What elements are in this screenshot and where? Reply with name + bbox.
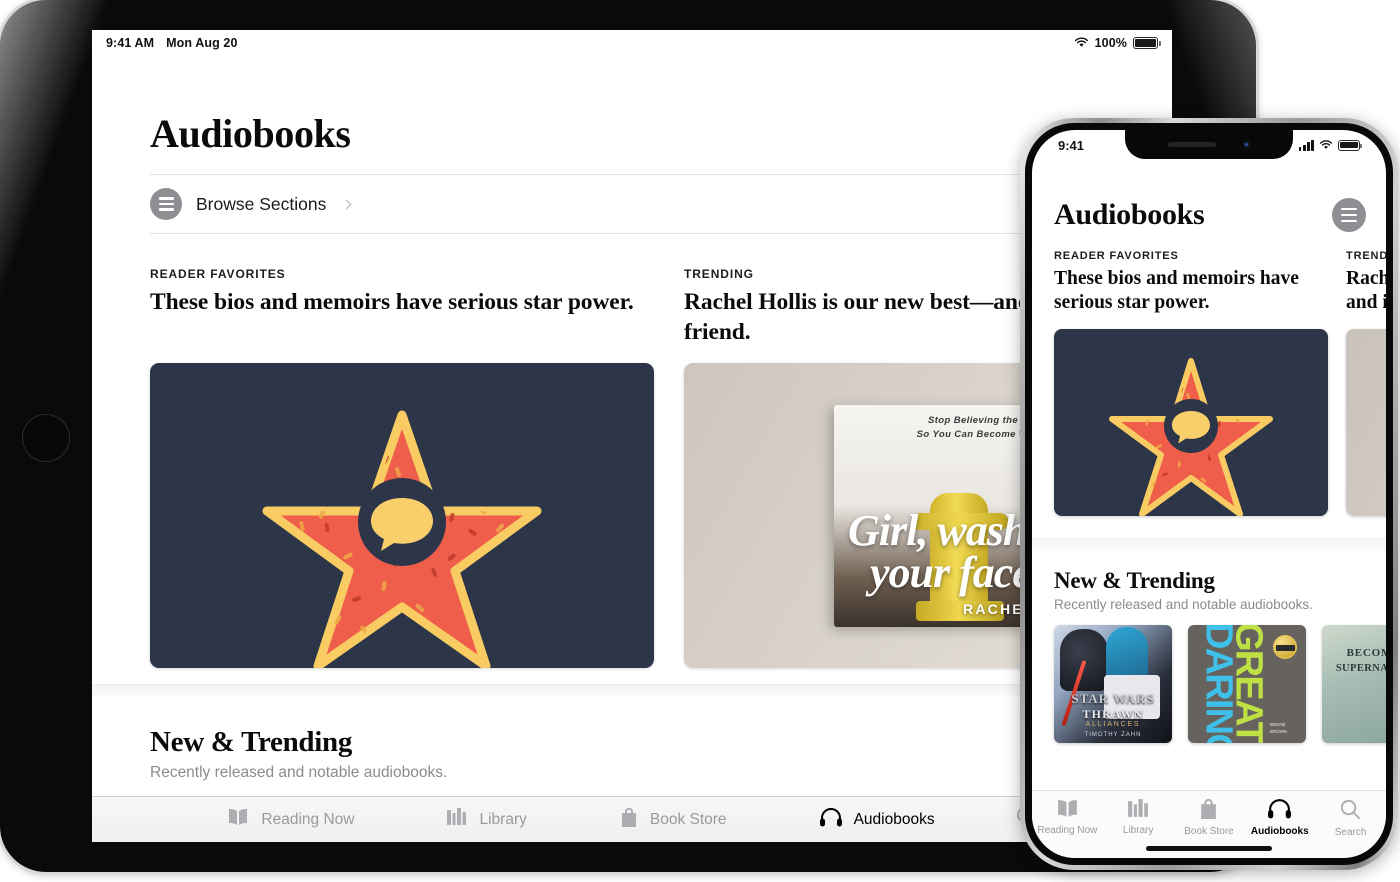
page-title: Audiobooks [1054, 198, 1205, 231]
tab-label: Book Store [649, 810, 727, 828]
tab-audiobooks[interactable]: Audiobooks [1247, 798, 1313, 837]
ipad-battery-percent: 100% [1094, 36, 1127, 50]
section-title: New & Trending [150, 726, 353, 758]
cover-author: BRENÉ BROWN [1270, 721, 1288, 734]
hamburger-icon[interactable] [150, 188, 182, 220]
tab-label: Library [1122, 825, 1154, 836]
tab-label: Audiobooks [853, 810, 935, 828]
hamburger-icon[interactable] [1332, 198, 1366, 232]
browse-sections-label: Browse Sections [196, 193, 327, 214]
ipad-home-button[interactable] [22, 414, 70, 462]
cover-subtitle-1: THRAWN [1082, 707, 1144, 721]
earpiece-speaker [1167, 142, 1216, 147]
tab-book-store[interactable]: Book Store [1176, 798, 1242, 837]
tab-label: Book Store [1184, 826, 1234, 837]
page-title: Audiobooks [150, 111, 351, 156]
ipad-status-bar: 9:41 AM Mon Aug 20 100% [92, 30, 1172, 56]
section-divider-band [1032, 538, 1386, 552]
new-and-trending-section: New & Trending Recently released and not… [1032, 552, 1386, 743]
cover-title-b: GREATLY [1227, 625, 1270, 743]
wifi-icon [1319, 138, 1333, 153]
tab-label: Reading Now [261, 810, 355, 828]
cover-title-b: SUPERNATURAL [1335, 663, 1386, 674]
tab-book-store[interactable]: Book Store [573, 807, 773, 833]
chevron-right-icon [341, 199, 352, 209]
front-camera [1241, 140, 1251, 149]
ipad-tab-bar[interactable]: Reading Now Library Book Store Audiobook… [92, 796, 1172, 842]
section-divider-band [92, 684, 1172, 696]
tab-label: Library [479, 810, 527, 828]
section-subtitle: Recently released and notable audiobooks… [150, 764, 448, 781]
shopping-bag-icon [1198, 798, 1219, 823]
iphone-status-time: 9:41 [1058, 137, 1085, 153]
tab-audiobooks[interactable]: Audiobooks [773, 807, 981, 833]
tab-search[interactable]: Search [1318, 798, 1384, 838]
books-shelf-icon [1127, 798, 1150, 822]
battery-full-icon [1133, 37, 1161, 49]
tab-label: Audiobooks [1250, 826, 1309, 837]
screenshot-stage: 9:41 AM Mon Aug 20 100% Audiobooks Brows… [0, 0, 1400, 882]
feature-headline: Rachel Hollis is our new best—and imperf… [1346, 268, 1386, 314]
star-graphic [262, 410, 542, 668]
feature-kicker: READER FAVORITES [150, 267, 286, 281]
cover-author: TIMOTHY ZAHN [1084, 732, 1142, 738]
cellular-bars-icon [1298, 139, 1314, 151]
section-subtitle: Recently released and notable audiobooks… [1054, 597, 1313, 612]
ipad-status-time: 9:41 AM [106, 36, 155, 50]
star-graphic [1109, 358, 1273, 516]
featured-carousel[interactable]: READER FAVORITES These bios and memoirs … [1032, 232, 1386, 516]
book-cover-row[interactable]: STAR WARS THRAWN ALLIANCES TIMOTHY ZAHN … [1054, 625, 1386, 743]
feature-kicker: TRENDING [1346, 250, 1386, 262]
books-shelf-icon [446, 807, 468, 832]
feature-card-reader-favorites[interactable]: READER FAVORITES These bios and memoirs … [1054, 250, 1328, 516]
feature-card-trending[interactable]: TRENDING Rachel Hollis is our new best—a… [1346, 250, 1386, 516]
iphone-main-content: Audiobooks READER FAVORITES These bios a… [1032, 160, 1386, 790]
feature-headline: These bios and memoirs have serious star… [150, 289, 634, 315]
iphone-device: 9:41 Audiobooks READER FAVORITES These b… [1020, 118, 1398, 870]
tab-reading-now[interactable]: Reading Now [180, 807, 400, 832]
iphone-header: Audiobooks [1032, 160, 1386, 232]
tab-label: Reading Now [1037, 825, 1098, 836]
cover-subtitle-2: ALLIANCES [1085, 721, 1141, 728]
feature-headline: These bios and memoirs have serious star… [1054, 268, 1299, 314]
featured-carousel[interactable]: READER FAVORITES These bios and memoirs … [92, 234, 1172, 668]
book-cover-daring-greatly[interactable]: DARING GREATLY BRENÉ BROWN [1188, 625, 1306, 743]
feature-card-reader-favorites[interactable]: READER FAVORITES These bios and memoirs … [150, 267, 654, 668]
open-book-icon [226, 807, 250, 832]
shopping-bag-icon [619, 807, 639, 833]
tab-library[interactable]: Library [1105, 798, 1171, 836]
cover-title: STAR WARS [1071, 691, 1155, 706]
headphones-icon [1267, 798, 1292, 823]
ipad-status-date: Mon Aug 20 [166, 36, 238, 50]
tab-library[interactable]: Library [400, 807, 572, 832]
open-book-icon [1055, 798, 1080, 822]
iphone-notch [1125, 130, 1293, 159]
book-title-line2: your face [870, 548, 1032, 597]
browse-sections-row[interactable]: Browse Sections [92, 175, 1172, 233]
girl-wash-your-face-artwork[interactable] [1346, 329, 1386, 516]
walk-of-fame-star-artwork[interactable] [1054, 329, 1328, 516]
book-cover-star-wars-thrawn[interactable]: STAR WARS THRAWN ALLIANCES TIMOTHY ZAHN [1054, 625, 1172, 743]
section-title: New & Trending [1054, 568, 1215, 593]
ipad-main-content: Audiobooks Browse Sections READER FAVORI… [92, 56, 1172, 842]
cover-title-a: BECOMING [1346, 647, 1386, 659]
walk-of-fame-star-artwork[interactable] [150, 363, 654, 668]
feature-kicker: READER FAVORITES [1054, 250, 1179, 262]
iphone-tab-bar[interactable]: Reading Now Library Book Store Audiobook… [1032, 790, 1386, 858]
tab-reading-now[interactable]: Reading Now [1034, 798, 1100, 836]
award-seal-icon [1273, 635, 1297, 659]
iphone-screen: 9:41 Audiobooks READER FAVORITES These b… [1032, 130, 1386, 858]
wifi-icon [1074, 37, 1089, 49]
battery-full-icon [1338, 139, 1363, 151]
home-indicator[interactable] [1146, 846, 1272, 851]
tab-label: Search [1334, 827, 1367, 838]
search-icon [1339, 798, 1362, 824]
book-cover-becoming-supernatural[interactable]: BECOMING SUPERNATURAL [1322, 625, 1386, 743]
ipad-screen: 9:41 AM Mon Aug 20 100% Audiobooks Brows… [92, 30, 1172, 842]
headphones-icon [819, 807, 843, 833]
